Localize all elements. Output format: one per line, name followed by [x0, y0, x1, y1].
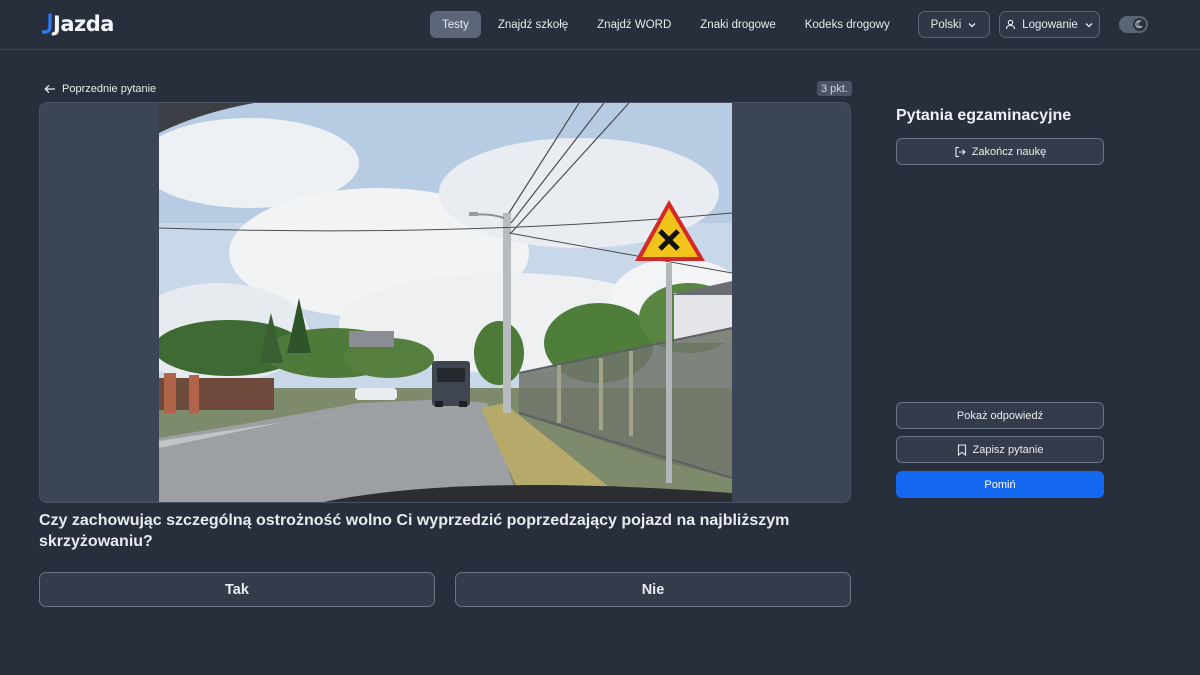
top-navigation-bar: Jazda Testy Znajdź szkołę Znajdź WORD Zn… — [0, 0, 1200, 50]
theme-toggle[interactable] — [1119, 16, 1148, 33]
show-answer-button[interactable]: Pokaż odpowiedź — [896, 402, 1104, 429]
nav-item-testy[interactable]: Testy — [430, 11, 481, 38]
login-label: Logowanie — [1022, 18, 1078, 31]
moon-icon — [1133, 18, 1146, 31]
question-text: Czy zachowując szczególną ostrożność wol… — [39, 512, 790, 550]
nav-item-kodeks-drogowy[interactable]: Kodeks drogowy — [793, 11, 902, 38]
answer-yes-button[interactable]: Tak — [39, 572, 435, 607]
user-icon — [1005, 19, 1016, 30]
end-learning-label: Zakończ naukę — [971, 145, 1047, 158]
logo-text: Jazda — [53, 12, 114, 36]
previous-question-label: Poprzednie pytanie — [62, 83, 157, 95]
nav-item-znaki-drogowe[interactable]: Znaki drogowe — [688, 11, 787, 38]
arrow-left-icon — [44, 84, 56, 94]
previous-question-link[interactable]: Poprzednie pytanie — [44, 81, 156, 97]
chevron-down-icon — [967, 20, 977, 30]
main-nav: Testy Znajdź szkołę Znajdź WORD Znaki dr… — [430, 11, 954, 38]
road-scene-image — [159, 103, 732, 502]
language-label: Polski — [930, 18, 962, 31]
bookmark-icon — [957, 443, 967, 456]
question-media-frame — [39, 102, 851, 503]
language-select[interactable]: Polski — [918, 11, 990, 38]
skip-button[interactable]: Pomiń — [896, 471, 1104, 498]
nav-item-znajdz-szkole[interactable]: Znajdź szkołę — [486, 11, 580, 38]
site-logo[interactable]: Jazda — [42, 11, 114, 37]
chevron-down-icon — [1084, 20, 1094, 30]
sign-out-icon — [954, 146, 966, 158]
sidebar-title: Pytania egzaminacyjne — [896, 107, 1072, 124]
login-button[interactable]: Logowanie — [999, 11, 1100, 38]
points-badge: 3 pkt. — [817, 81, 852, 96]
nav-item-znajdz-word[interactable]: Znajdź WORD — [585, 11, 683, 38]
save-question-label: Zapisz pytanie — [972, 443, 1044, 456]
save-question-button[interactable]: Zapisz pytanie — [896, 436, 1104, 463]
answer-no-button[interactable]: Nie — [455, 572, 851, 607]
end-learning-button[interactable]: Zakończ naukę — [896, 138, 1104, 165]
